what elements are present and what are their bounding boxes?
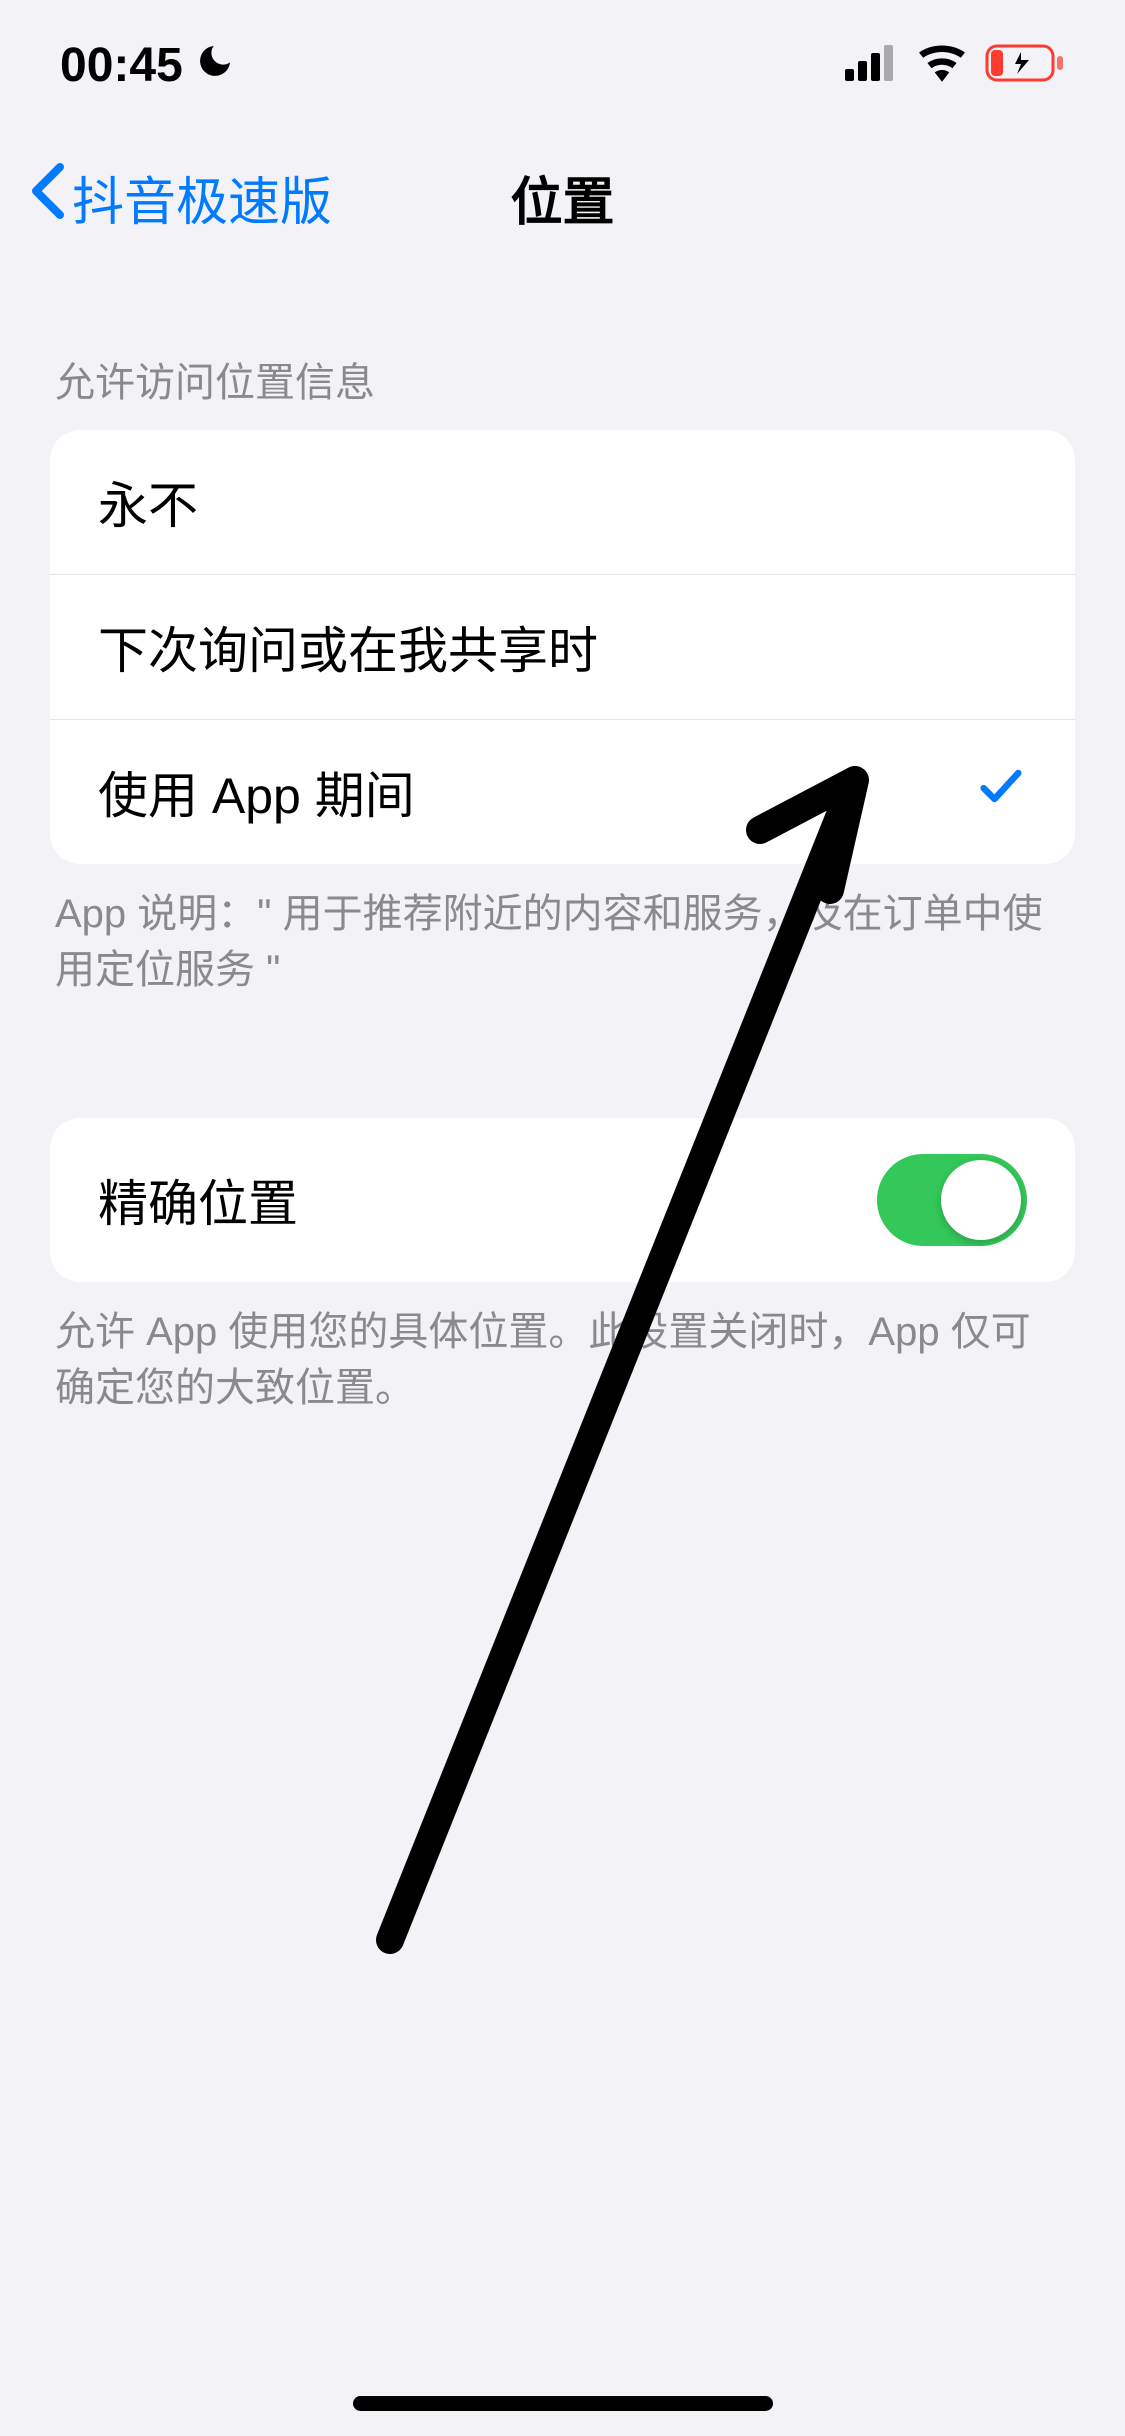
- toggle-knob: [941, 1160, 1021, 1240]
- option-never-label: 永不: [98, 466, 198, 538]
- precise-location-label: 精确位置: [98, 1164, 298, 1236]
- moon-icon: [195, 38, 235, 93]
- status-time: 00:45: [60, 38, 183, 93]
- precise-location-toggle[interactable]: [877, 1154, 1027, 1246]
- option-never[interactable]: 永不: [50, 430, 1075, 574]
- battery-icon: [985, 44, 1065, 87]
- precise-location-row[interactable]: 精确位置: [50, 1118, 1075, 1282]
- option-ask-label: 下次询问或在我共享时: [98, 611, 598, 683]
- option-ask-next-time[interactable]: 下次询问或在我共享时: [50, 574, 1075, 719]
- status-left: 00:45: [60, 38, 235, 93]
- option-while-using-app[interactable]: 使用 App 期间: [50, 719, 1075, 864]
- precise-location-group: 精确位置: [50, 1118, 1075, 1282]
- status-bar: 00:45: [0, 0, 1125, 130]
- location-options-group: 永不 下次询问或在我共享时 使用 App 期间: [50, 430, 1075, 864]
- checkmark-icon: [975, 760, 1027, 824]
- precise-section-footer: 允许 App 使用您的具体位置。此设置关闭时，App 仅可确定您的大致位置。: [0, 1282, 1125, 1416]
- cellular-icon: [845, 45, 899, 86]
- chevron-left-icon: [30, 163, 66, 232]
- back-button[interactable]: 抖音极速版: [30, 160, 332, 235]
- location-section-footer: App 说明：" 用于推荐附近的内容和服务，及在订单中使用定位服务 ": [0, 864, 1125, 998]
- option-while-using-label: 使用 App 期间: [98, 756, 415, 828]
- home-indicator[interactable]: [353, 2396, 773, 2411]
- wifi-icon: [917, 44, 967, 87]
- content: 允许访问位置信息 永不 下次询问或在我共享时 使用 App 期间 App 说明：…: [0, 265, 1125, 1416]
- back-label: 抖音极速版: [72, 160, 332, 235]
- location-section-header: 允许访问位置信息: [0, 350, 1125, 430]
- nav-title: 位置: [510, 160, 614, 235]
- nav-bar: 抖音极速版 位置: [0, 130, 1125, 265]
- status-right: [845, 44, 1065, 87]
